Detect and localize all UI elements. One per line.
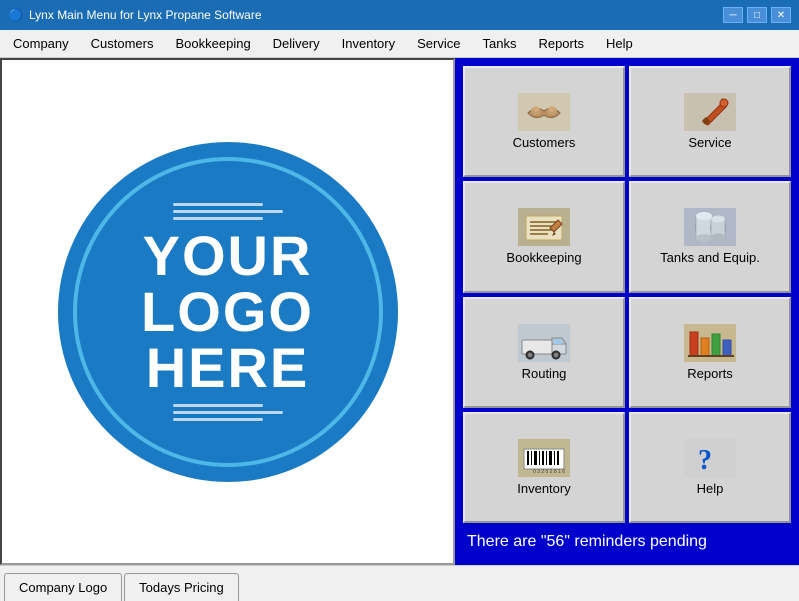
- main-content: YOUR LOGO HERE: [0, 58, 799, 565]
- title-bar-controls: ─ □ ✕: [723, 7, 791, 23]
- inventory-label: Inventory: [517, 481, 570, 496]
- menu-item-help[interactable]: Help: [595, 30, 644, 57]
- svg-text:?: ?: [698, 445, 712, 476]
- logo-text: YOUR LOGO HERE: [141, 228, 314, 396]
- logo-panel: YOUR LOGO HERE: [0, 58, 455, 565]
- bottom-bar: Company Logo Todays Pricing: [0, 565, 799, 601]
- menu-item-bookkeeping[interactable]: Bookkeeping: [165, 30, 262, 57]
- window-title: Lynx Main Menu for Lynx Propane Software: [29, 8, 262, 22]
- svg-text:0 3 2 0 2 8 1 6: 0 3 2 0 2 8 1 6: [533, 469, 565, 475]
- close-button[interactable]: ✕: [771, 7, 791, 23]
- reports-button[interactable]: Reports: [629, 297, 791, 408]
- maximize-button[interactable]: □: [747, 7, 767, 23]
- right-panel: Customers Service: [455, 58, 799, 565]
- menu-item-service[interactable]: Service: [406, 30, 471, 57]
- inventory-button[interactable]: 0 3 2 0 2 8 1 6 Inventory: [463, 412, 625, 523]
- logo-line-b2: [173, 411, 283, 414]
- routing-icon: [518, 324, 570, 362]
- menu-item-delivery[interactable]: Delivery: [262, 30, 331, 57]
- menu-item-tanks[interactable]: Tanks: [471, 30, 527, 57]
- menu-item-reports[interactable]: Reports: [527, 30, 595, 57]
- bookkeeping-icon: [518, 208, 570, 246]
- inventory-icon: 0 3 2 0 2 8 1 6: [518, 439, 570, 477]
- customers-button[interactable]: Customers: [463, 66, 625, 177]
- routing-button[interactable]: Routing: [463, 297, 625, 408]
- menu-item-inventory[interactable]: Inventory: [331, 30, 406, 57]
- service-icon: [684, 93, 736, 131]
- logo-lines-bottom: [173, 404, 283, 421]
- logo-lines-top: [173, 203, 283, 220]
- tanks-button[interactable]: Tanks and Equip.: [629, 181, 791, 292]
- logo-line-here: HERE: [141, 340, 314, 396]
- service-label: Service: [688, 135, 731, 150]
- bookkeeping-label: Bookkeeping: [506, 250, 581, 265]
- customers-label: Customers: [513, 135, 576, 150]
- logo-circle-inner: YOUR LOGO HERE: [73, 157, 383, 467]
- logo-line-logo: LOGO: [141, 284, 314, 340]
- logo-line-b1: [173, 404, 263, 407]
- tanks-icon: [684, 208, 736, 246]
- logo-circle-outer: YOUR LOGO HERE: [58, 142, 398, 482]
- grid-buttons: Customers Service: [463, 66, 791, 523]
- todays-pricing-tab[interactable]: Todays Pricing: [124, 573, 239, 601]
- logo-line-3: [173, 217, 263, 220]
- help-button[interactable]: ? Help: [629, 412, 791, 523]
- reports-label: Reports: [687, 366, 733, 381]
- title-bar: 🔵 Lynx Main Menu for Lynx Propane Softwa…: [0, 0, 799, 30]
- logo-line-1: [173, 203, 263, 206]
- tanks-label: Tanks and Equip.: [660, 250, 760, 265]
- service-button[interactable]: Service: [629, 66, 791, 177]
- company-logo-tab[interactable]: Company Logo: [4, 573, 122, 601]
- menu-bar: CompanyCustomersBookkeepingDeliveryInven…: [0, 30, 799, 58]
- help-icon: ?: [684, 439, 736, 477]
- logo-line-2: [173, 210, 283, 213]
- routing-label: Routing: [522, 366, 567, 381]
- help-label: Help: [697, 481, 724, 496]
- menu-item-company[interactable]: Company: [2, 30, 80, 57]
- menu-item-customers[interactable]: Customers: [80, 30, 165, 57]
- reminder-text: There are "56" reminders pending: [463, 527, 791, 557]
- minimize-button[interactable]: ─: [723, 7, 743, 23]
- logo-line-your: YOUR: [141, 228, 314, 284]
- title-bar-left: 🔵 Lynx Main Menu for Lynx Propane Softwa…: [8, 8, 262, 22]
- bookkeeping-button[interactable]: Bookkeeping: [463, 181, 625, 292]
- logo-line-b3: [173, 418, 263, 421]
- app-icon: 🔵: [8, 8, 23, 22]
- reports-icon: [684, 324, 736, 362]
- customers-icon: [518, 93, 570, 131]
